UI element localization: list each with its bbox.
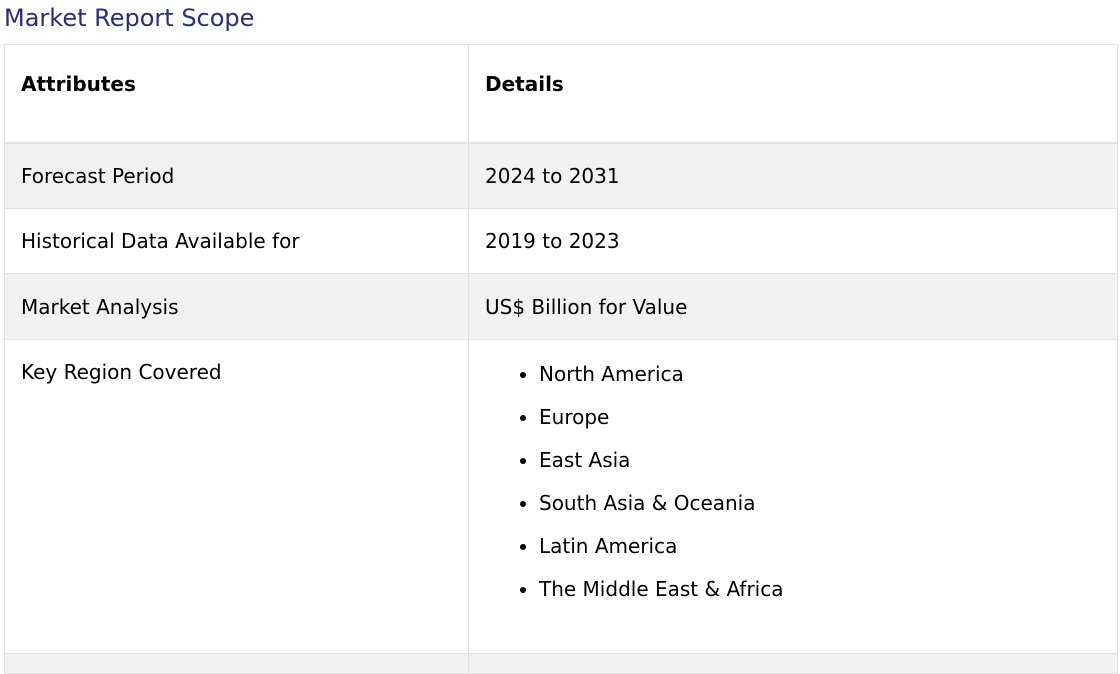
attribute-cell [4,653,469,674]
attribute-cell: Key Region Covered [4,339,469,654]
page-title: Market Report Scope [4,4,255,32]
detail-cell: US$ Billion for Value [468,273,1118,340]
header-attributes: Attributes [4,44,469,144]
region-item: South Asia & Oceania [539,491,1101,515]
table-header-row: Attributes Details [4,44,1118,144]
detail-cell: 2019 to 2023 [468,208,1118,274]
detail-cell: 2024 to 2031 [468,142,1118,209]
region-item: Europe [539,405,1101,429]
region-item: Latin America [539,534,1101,558]
market-report-scope-table: Attributes Details Forecast Period 2024 … [4,44,1118,674]
attribute-cell: Historical Data Available for [4,208,469,274]
region-item: The Middle East & Africa [539,577,1101,601]
table-row [4,653,1118,674]
detail-cell [468,653,1118,674]
region-item: North America [539,362,1101,386]
attribute-cell: Forecast Period [4,142,469,209]
region-list-cell: North America Europe East Asia South Asi… [468,339,1118,654]
header-details: Details [468,44,1118,144]
region-list: North America Europe East Asia South Asi… [485,362,1101,601]
region-item: East Asia [539,448,1101,472]
attribute-cell: Market Analysis [4,273,469,340]
table-row: Forecast Period 2024 to 2031 [4,142,1118,209]
table-row: Key Region Covered North America Europe … [4,339,1118,654]
table-row: Historical Data Available for 2019 to 20… [4,208,1118,274]
table-row: Market Analysis US$ Billion for Value [4,273,1118,340]
